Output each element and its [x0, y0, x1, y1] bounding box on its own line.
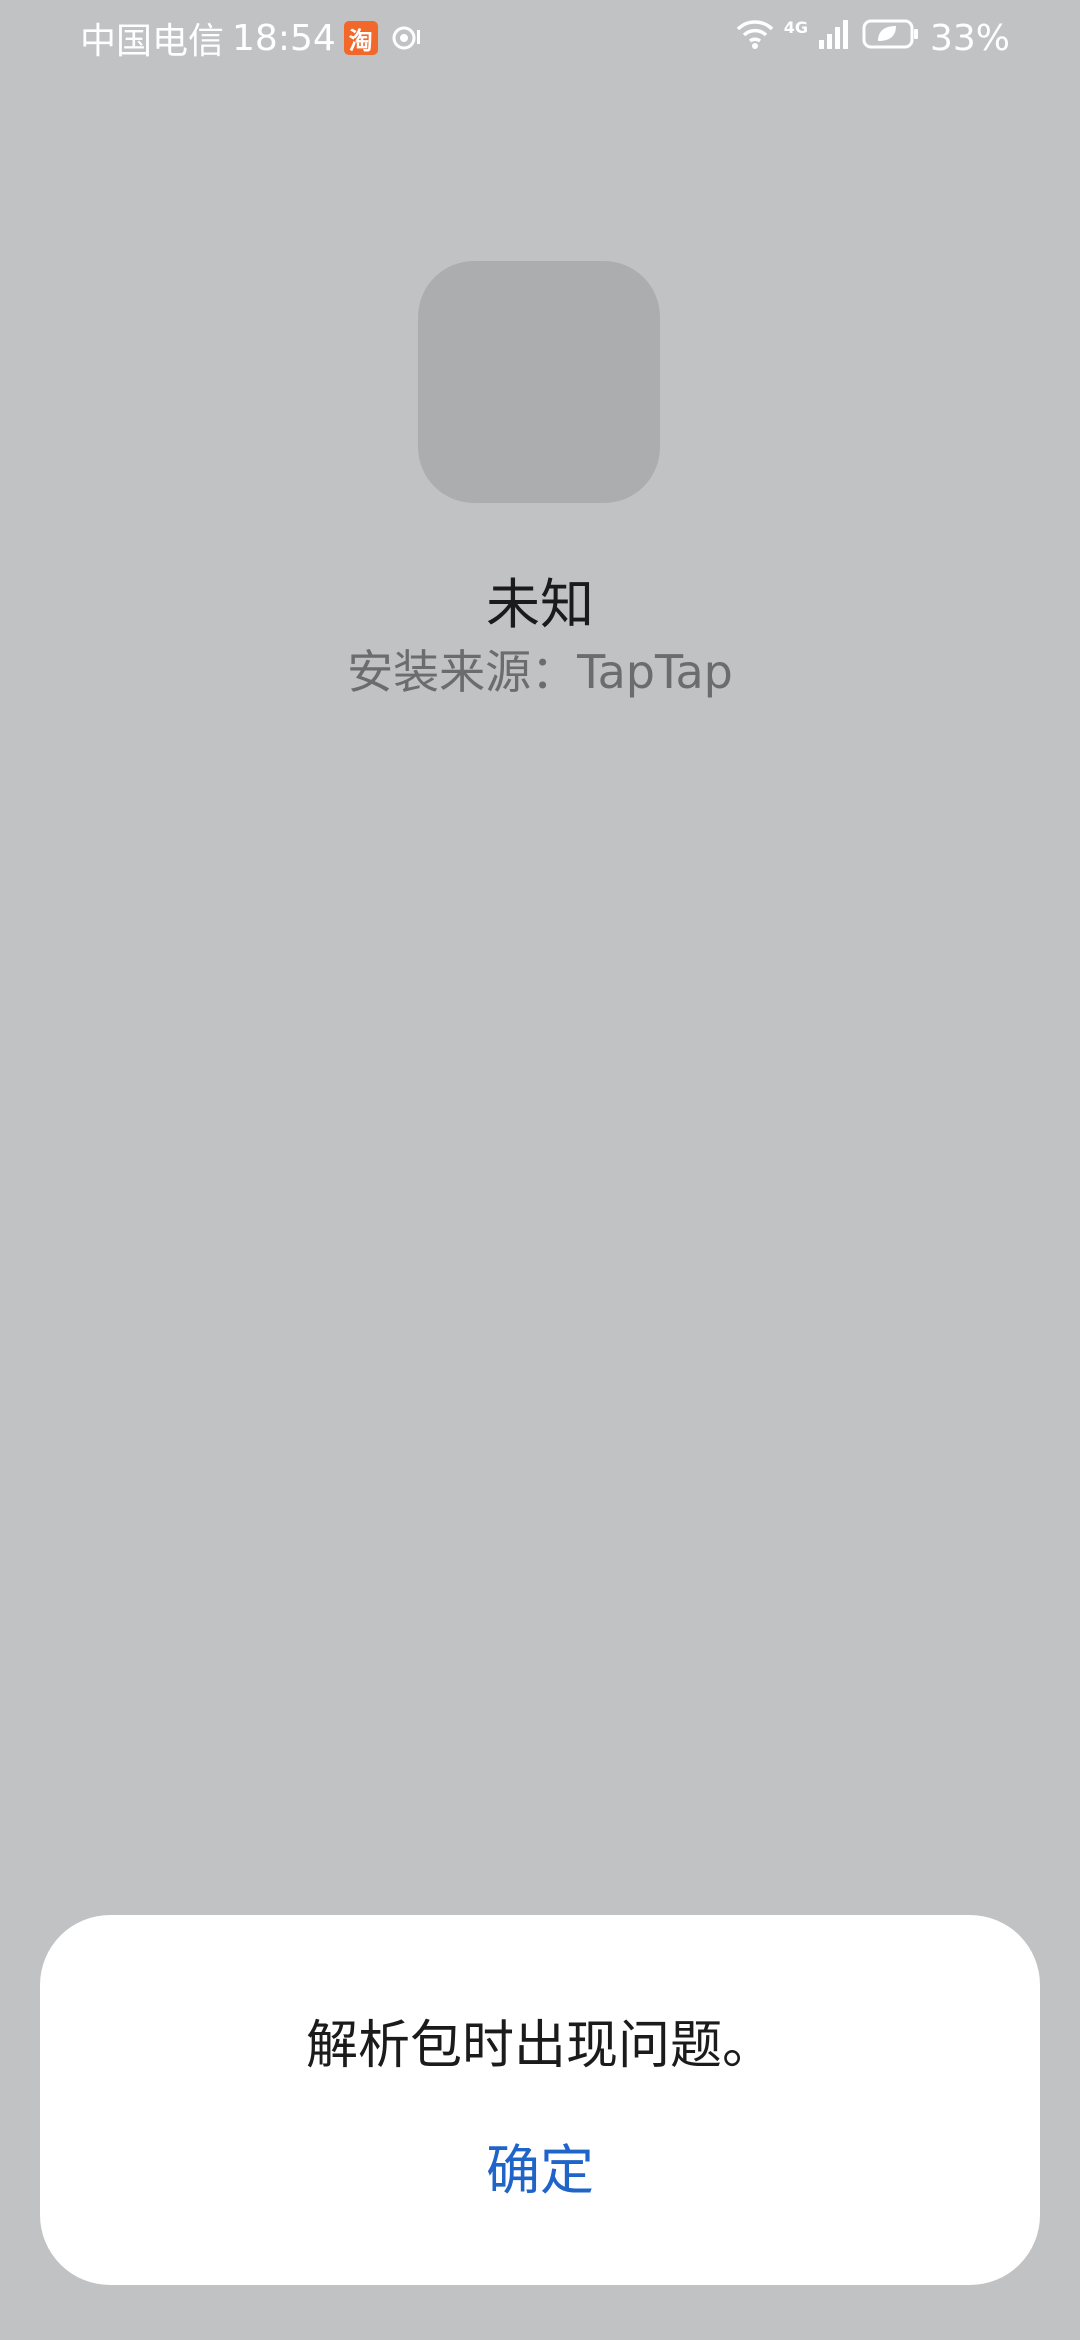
- app-icon-placeholder: [418, 261, 660, 503]
- taobao-app-icon: 淘: [343, 21, 378, 55]
- battery-percent: 33%: [929, 17, 1010, 59]
- parse-error-dialog: 解析包时出现问题。 确定: [40, 1915, 1040, 2285]
- confirm-button[interactable]: 确定: [400, 2110, 680, 2220]
- carrier-name: 中国电信: [80, 21, 225, 62]
- battery-icon: [862, 18, 920, 59]
- dialog-message: 解析包时出现问题。: [305, 2016, 774, 2076]
- wifi-icon: [736, 18, 774, 59]
- status-left: 中国电信 18:54 淘: [80, 14, 426, 62]
- clock: 18:54: [232, 17, 336, 59]
- notification-ring-icon: [386, 18, 426, 58]
- install-source-label: 安装来源：TapTap: [347, 645, 733, 699]
- status-bar: 中国电信 18:54 淘 4G 33%: [0, 0, 1080, 76]
- status-right: 4G 33%: [736, 14, 1010, 62]
- app-name: 未知: [486, 573, 594, 636]
- cell-signal-icon: [818, 18, 852, 59]
- network-type-label: 4G: [783, 18, 808, 37]
